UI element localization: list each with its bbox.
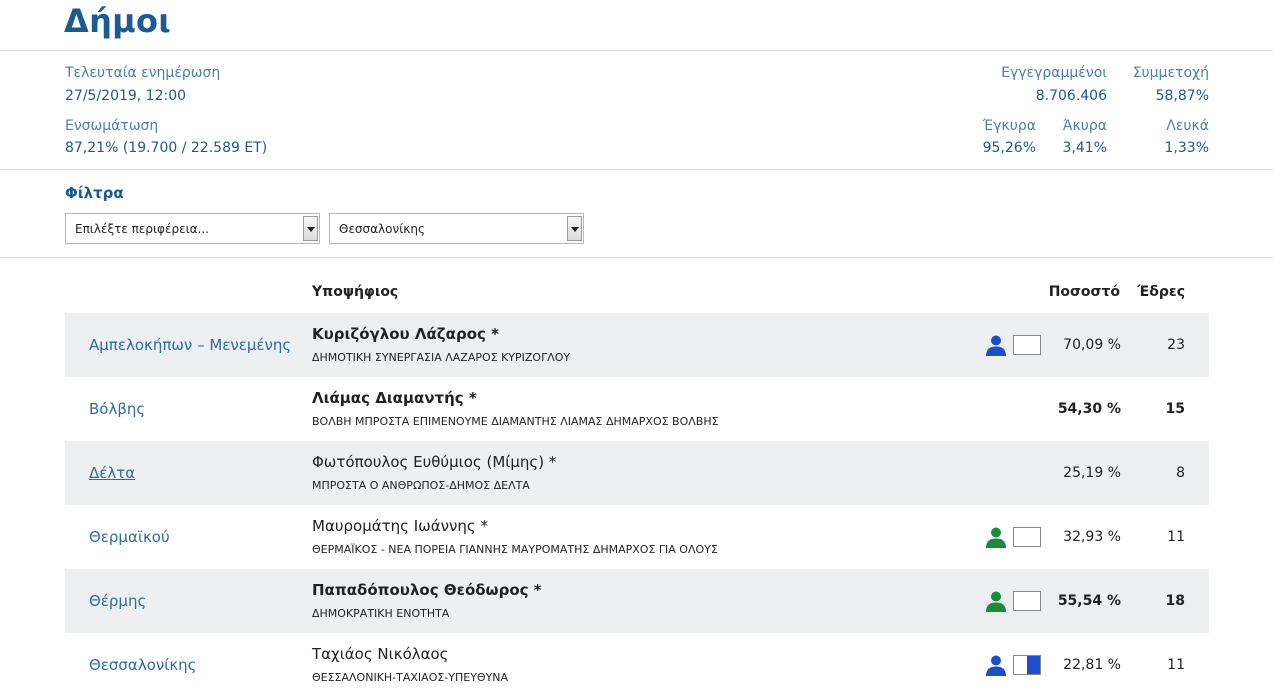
table-row: Θερμαϊκού Μαυρομάτης Ιωάννης * ΘΕΡΜΑΪΚΟΣ… bbox=[65, 505, 1209, 569]
person-icon bbox=[986, 335, 1006, 356]
percent-value: 25,19 % bbox=[1063, 465, 1121, 481]
municipality-link[interactable]: Βόλβης bbox=[89, 400, 145, 418]
divider bbox=[0, 169, 1273, 170]
seats-value: 18 bbox=[1165, 593, 1185, 609]
candidate-name: Παπαδόπουλος Θεόδωρος * bbox=[312, 581, 542, 599]
candidate-name: Φωτόπουλος Ευθύμιος (Μίμης) * bbox=[312, 453, 557, 471]
last-update-label: Τελευταία ενημέρωση bbox=[65, 65, 221, 81]
region-select-value: Επιλέξτε περιφέρεια... bbox=[75, 222, 209, 236]
last-update-value: 27/5/2019, 12:00 bbox=[65, 88, 187, 104]
progress-box bbox=[1013, 335, 1041, 355]
turnout-label: Συμμετοχή bbox=[1132, 65, 1209, 81]
header-percent: Ποσοστό bbox=[1048, 284, 1120, 300]
percent-value: 22,81 % bbox=[1063, 657, 1121, 673]
municipality-link[interactable]: Θεσσαλονίκης bbox=[89, 656, 196, 674]
candidate-name: Κυριζόγλου Λάζαρος * bbox=[312, 325, 499, 343]
integration-value: 87,21% (19.700 / 22.589 ΕΤ) bbox=[65, 140, 268, 156]
header-candidate: Υποψήφιος bbox=[312, 284, 399, 300]
table-row: Αμπελοκήπων – Μενεμένης Κυριζόγλου Λάζαρ… bbox=[65, 313, 1209, 377]
progress-box bbox=[1013, 591, 1041, 611]
page-title: Δήμοι bbox=[64, 2, 172, 40]
valid-label: Έγκυρα bbox=[982, 118, 1036, 134]
seats-value: 11 bbox=[1167, 529, 1185, 545]
candidate-name: Λιάμας Διαμαντής * bbox=[312, 389, 477, 407]
table-row: Βόλβης Λιάμας Διαμαντής * ΒΟΛΒΗ ΜΠΡΟΣΤΑ … bbox=[65, 377, 1209, 441]
registered-label: Εγγεγραμμένοι bbox=[1001, 65, 1107, 81]
party-name: ΘΕΡΜΑΪΚΟΣ - ΝΕΑ ΠΟΡΕΙΑ ΓΙΑΝΝΗΣ ΜΑΥΡΟΜΑΤΗ… bbox=[312, 543, 718, 556]
person-icon bbox=[986, 655, 1006, 676]
party-name: ΒΟΛΒΗ ΜΠΡΟΣΤΑ ΕΠΙΜΕΝΟΥΜΕ ΔΙΑΜΑΝΤΗΣ ΛΙΑΜΑ… bbox=[312, 415, 719, 428]
municipality-link[interactable]: Θερμαϊκού bbox=[89, 528, 170, 546]
seats-value: 11 bbox=[1167, 657, 1185, 673]
municipality-select[interactable]: Θεσσαλονίκης bbox=[329, 213, 584, 244]
turnout-value: 58,87% bbox=[1155, 88, 1209, 104]
candidate-name: Ταχιάος Νικόλαος bbox=[312, 645, 449, 663]
person-icon bbox=[986, 527, 1006, 548]
municipality-select-value: Θεσσαλονίκης bbox=[339, 222, 425, 236]
table-row: Θέρμης Παπαδόπουλος Θεόδωρος * ΔΗΜΟΚΡΑΤΙ… bbox=[65, 569, 1209, 633]
party-name: ΔΗΜΟΚΡΑΤΙΚΗ ΕΝΟΤΗΤΑ bbox=[312, 607, 450, 620]
chevron-down-icon[interactable] bbox=[303, 216, 318, 241]
percent-value: 54,30 % bbox=[1057, 401, 1121, 417]
municipality-link[interactable]: Θέρμης bbox=[89, 592, 146, 610]
percent-value: 55,54 % bbox=[1057, 593, 1121, 609]
blank-label: Λευκά bbox=[1166, 118, 1209, 134]
header-seats: Έδρες bbox=[1137, 284, 1185, 300]
candidate-name: Μαυρομάτης Ιωάννης * bbox=[312, 517, 488, 535]
progress-box bbox=[1013, 527, 1041, 547]
integration-label: Ενσωμάτωση bbox=[65, 118, 159, 134]
table-row: Θεσσαλονίκης Ταχιάος Νικόλαος ΘΕΣΣΑΛΟΝΙΚ… bbox=[65, 633, 1209, 697]
seats-value: 15 bbox=[1165, 401, 1185, 417]
invalid-label: Άκυρα bbox=[1062, 118, 1107, 134]
progress-fill bbox=[1027, 656, 1040, 674]
chevron-down-icon[interactable] bbox=[567, 216, 582, 241]
valid-value: 95,26% bbox=[982, 140, 1036, 156]
seats-value: 23 bbox=[1167, 337, 1185, 353]
table-row: Δέλτα Φωτόπουλος Ευθύμιος (Μίμης) * ΜΠΡΟ… bbox=[65, 441, 1209, 505]
registered-value: 8.706.406 bbox=[1035, 88, 1107, 104]
invalid-value: 3,41% bbox=[1062, 140, 1107, 156]
seats-value: 8 bbox=[1176, 465, 1185, 481]
party-name: ΜΠΡΟΣΤΑ Ο ΑΝΘΡΩΠΟΣ-ΔΗΜΟΣ ΔΕΛΤΑ bbox=[312, 479, 530, 492]
municipality-link[interactable]: Δέλτα bbox=[89, 464, 135, 482]
progress-box bbox=[1013, 655, 1041, 675]
municipality-link[interactable]: Αμπελοκήπων – Μενεμένης bbox=[89, 336, 291, 354]
blank-value: 1,33% bbox=[1164, 140, 1209, 156]
divider bbox=[0, 257, 1273, 258]
percent-value: 32,93 % bbox=[1063, 529, 1121, 545]
filters-title: Φίλτρα bbox=[65, 184, 124, 202]
party-name: ΘΕΣΣΑΛΟΝΙΚΗ-ΤΑΧΙΑΟΣ-ΥΠΕΥΘΥΝΑ bbox=[312, 671, 509, 684]
person-icon bbox=[986, 591, 1006, 612]
percent-value: 70,09 % bbox=[1063, 337, 1121, 353]
party-name: ΔΗΜΟΤΙΚΗ ΣΥΝΕΡΓΑΣΙΑ ΛΑΖΑΡΟΣ ΚΥΡΙΖΟΓΛΟΥ bbox=[312, 351, 571, 364]
divider bbox=[0, 50, 1273, 51]
region-select[interactable]: Επιλέξτε περιφέρεια... bbox=[65, 213, 320, 244]
